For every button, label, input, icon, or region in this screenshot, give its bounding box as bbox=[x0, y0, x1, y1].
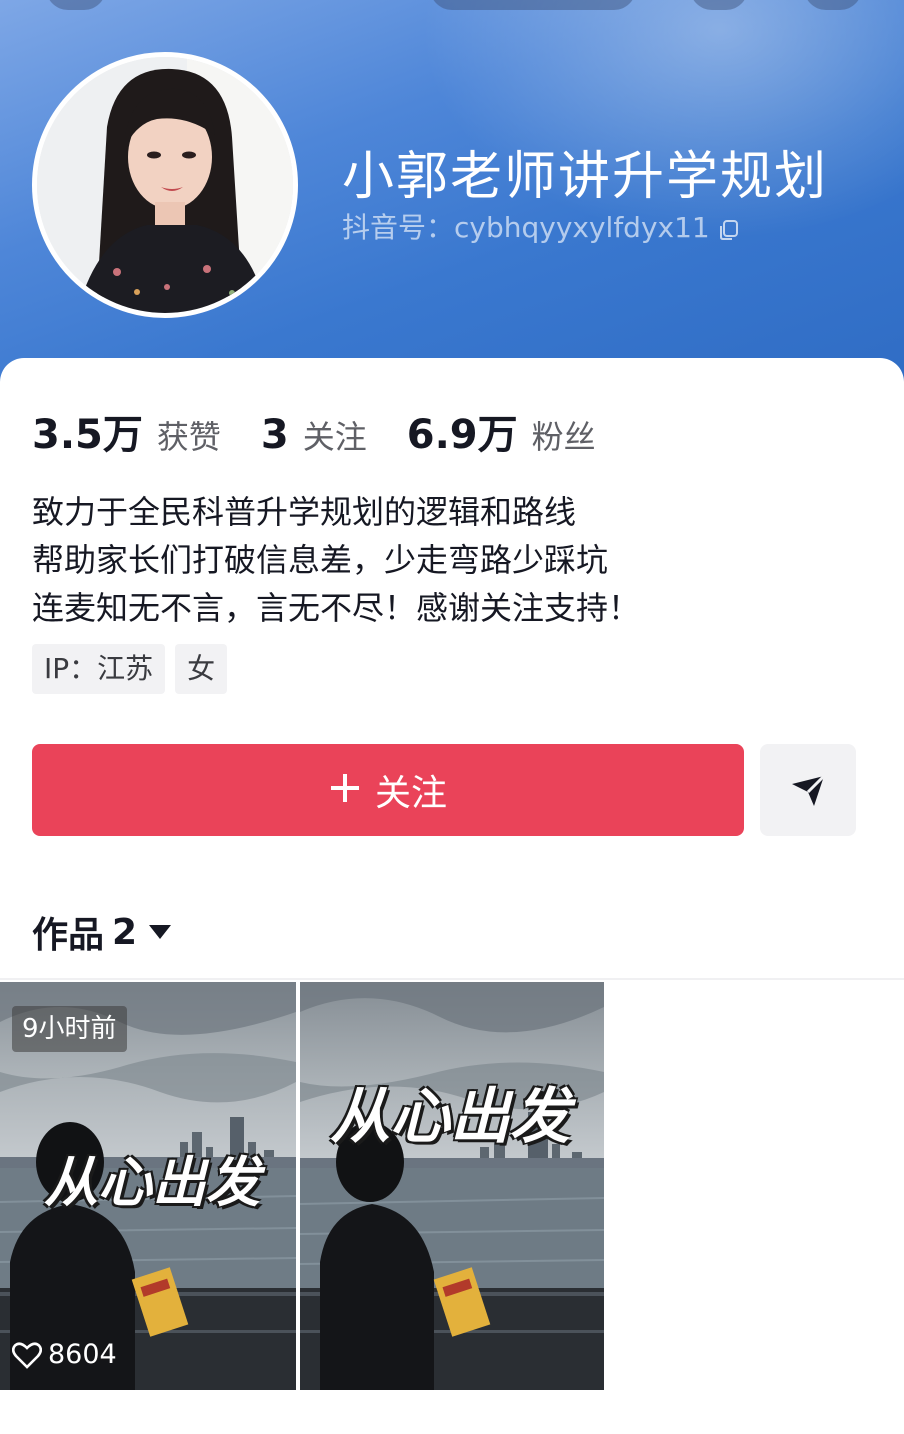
search-bar[interactable] bbox=[430, 0, 636, 10]
bio-line: 致力于全民科普升学规划的逻辑和路线 bbox=[32, 493, 577, 531]
following-count[interactable]: 3 bbox=[261, 412, 289, 458]
works-label: 作品 bbox=[32, 915, 105, 956]
follow-button[interactable]: 关注 bbox=[32, 744, 744, 836]
douyin-id-text: 抖音号：cybhqyyxylfdyx11 bbox=[342, 211, 710, 244]
works-tab[interactable]: 作品 2 bbox=[32, 906, 172, 958]
likes-count-value: 8604 bbox=[48, 1339, 117, 1370]
video-caption: 从心出发 bbox=[330, 1082, 570, 1152]
plus-icon bbox=[329, 768, 361, 812]
followers-label[interactable]: 粉丝 bbox=[532, 412, 596, 458]
gender-tag: 女 bbox=[175, 644, 228, 694]
copy-icon[interactable] bbox=[718, 215, 740, 240]
nickname: 小郭老师讲升学规划 bbox=[342, 147, 829, 207]
followers-count[interactable]: 6.9万 bbox=[407, 402, 518, 460]
back-button[interactable] bbox=[46, 0, 106, 10]
profile-banner: 小郭老师讲升学规划 抖音号：cybhqyyxylfdyx11 bbox=[0, 0, 904, 400]
video-thumbnail[interactable]: 从心出发 9小时前 8604 bbox=[0, 982, 296, 1390]
follow-label: 关注 bbox=[374, 773, 447, 814]
douyin-id[interactable]: 抖音号：cybhqyyxylfdyx11 bbox=[342, 206, 740, 246]
ip-location-tag: IP：江苏 bbox=[32, 644, 166, 694]
avatar[interactable] bbox=[32, 52, 298, 318]
divider bbox=[0, 978, 904, 980]
share-button[interactable] bbox=[760, 744, 856, 836]
likes-count: 3.5万 bbox=[32, 412, 143, 458]
bio: 致力于全民科普升学规划的逻辑和路线 帮助家长们打破信息差，少走弯路少踩坑 连麦知… bbox=[32, 488, 640, 632]
bio-line: 帮助家长们打破信息差，少走弯路少踩坑 bbox=[32, 541, 609, 579]
likes-counter: 8604 bbox=[12, 1339, 117, 1370]
works-count: 2 bbox=[112, 911, 138, 953]
video-thumbnail[interactable]: 从心出发 bbox=[300, 982, 604, 1390]
caret-down-icon bbox=[149, 925, 172, 939]
send-icon bbox=[792, 774, 826, 806]
heart-icon bbox=[12, 1341, 42, 1369]
following-label[interactable]: 关注 bbox=[303, 412, 367, 458]
time-badge: 9小时前 bbox=[12, 1006, 127, 1052]
profile-tags: IP：江苏 女 bbox=[32, 644, 228, 694]
profile-stats: 3.5万 获赞 3 关注 6.9万 粉丝 bbox=[32, 402, 636, 460]
likes-label: 获赞 bbox=[156, 418, 221, 456]
video-caption: 从心出发 bbox=[44, 1151, 260, 1214]
bio-line: 连麦知无不言，言无不尽！感谢关注支持！ bbox=[32, 589, 641, 627]
